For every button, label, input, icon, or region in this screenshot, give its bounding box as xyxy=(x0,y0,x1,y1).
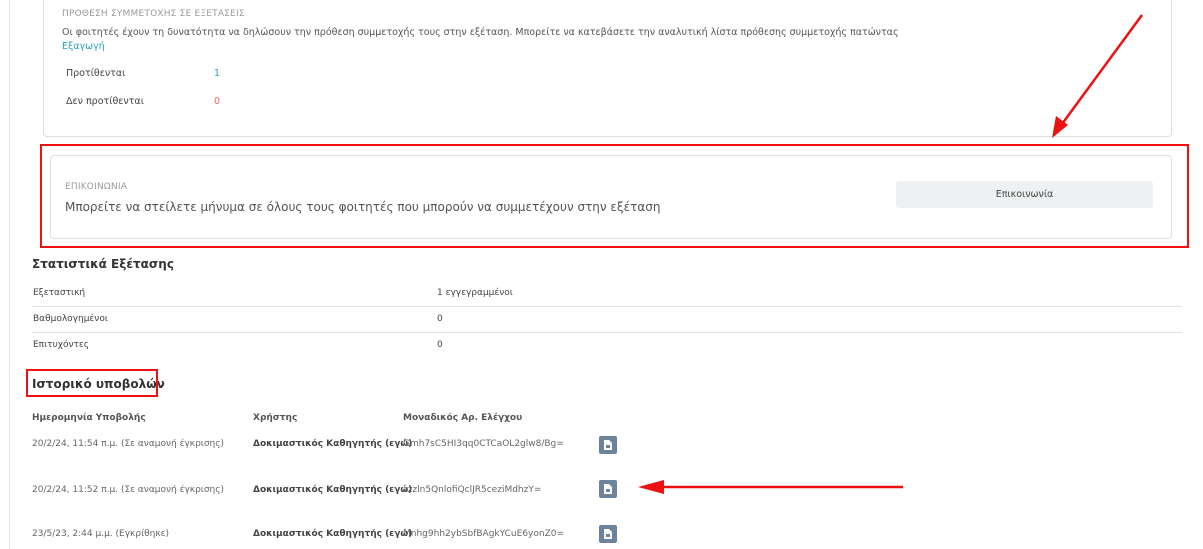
pdf-icon xyxy=(604,529,612,539)
history-user: Δοκιμαστικός Καθηγητής (εγώ) xyxy=(253,529,413,539)
stats-title: Στατιστικά Εξέτασης xyxy=(32,257,174,271)
pdf-download-button[interactable] xyxy=(599,436,617,454)
intent-description: Οι φοιτητές έχουν τη δυνατότητα να δηλώσ… xyxy=(62,27,899,38)
pdf-download-button[interactable] xyxy=(599,525,617,543)
contact-card: ΕΠΙΚΟΙΝΩΝΙΑ Μπορείτε να στείλετε μήνυμα … xyxy=(50,155,1172,239)
stats-row: Βαθμολογημένοι 0 xyxy=(32,308,1182,333)
history-header-code: Μοναδικός Αρ. Ελέγχου xyxy=(403,413,523,423)
intent-no-value: 0 xyxy=(214,96,221,107)
history-code: Mnhg9hh2ybSbfBAgkYCuE6yonZ0= xyxy=(403,529,565,539)
contact-button[interactable]: Επικοινωνία xyxy=(896,181,1153,208)
history-user: Δοκιμαστικός Καθηγητής (εγώ) xyxy=(253,485,413,495)
export-link[interactable]: Εξαγωγή xyxy=(62,41,105,52)
history-date: 20/2/24, 11:54 π.μ. (Σε αναμονή έγκρισης… xyxy=(32,439,225,449)
contact-description: Μπορείτε να στείλετε μήνυμα σε όλους του… xyxy=(65,200,661,214)
stats-label: Βαθμολογημένοι xyxy=(33,314,108,324)
history-code: Gmh7sC5HI3qq0CTCaOL2glw8/Bg= xyxy=(403,439,564,449)
stats-row: Επιτυχόντες 0 xyxy=(32,334,1182,358)
pdf-download-button[interactable] xyxy=(599,480,617,498)
pdf-icon xyxy=(604,484,612,494)
history-header-user: Χρήστης xyxy=(253,413,298,423)
stats-label: Επιτυχόντες xyxy=(33,340,90,350)
intent-no-label: Δεν προτίθενται xyxy=(66,96,144,107)
page-left-border xyxy=(9,0,10,549)
history-date: 20/2/24, 11:52 π.μ. (Σε αναμονή έγκρισης… xyxy=(32,485,225,495)
pdf-icon xyxy=(604,440,612,450)
stats-value: 1 εγγεγραμμένοι xyxy=(437,288,513,298)
stats-row: Εξεταστική 1 εγγεγραμμένοι xyxy=(32,282,1182,307)
contact-title: ΕΠΙΚΟΙΝΩΝΙΑ xyxy=(65,182,128,192)
intent-yes-value: 1 xyxy=(214,68,221,79)
intent-title: ΠΡΟΘΕΣΗ ΣΥΜΜΕΤΟΧΗΣ ΣΕ ΕΞΕΤΑΣΕΙΣ xyxy=(62,9,245,19)
history-header-date: Ημερομηνία Υποβολής xyxy=(32,413,146,423)
stats-label: Εξεταστική xyxy=(33,288,86,298)
history-date: 23/5/23, 2:44 μ.μ. (Εγκρίθηκε) xyxy=(32,529,169,539)
stats-value: 0 xyxy=(437,314,443,324)
history-user: Δοκιμαστικός Καθηγητής (εγώ) xyxy=(253,439,413,449)
history-title: Ιστορικό υποβολών xyxy=(32,377,165,391)
stats-value: 0 xyxy=(437,340,443,350)
intent-card: ΠΡΟΘΕΣΗ ΣΥΜΜΕΤΟΧΗΣ ΣΕ ΕΞΕΤΑΣΕΙΣ Οι φοιτη… xyxy=(43,0,1172,137)
history-code: zzzln5QnlofiQclJR5ceziMdhzY= xyxy=(403,485,542,495)
intent-yes-label: Προτίθενται xyxy=(66,68,126,79)
arrow-to-history-head xyxy=(638,480,664,494)
